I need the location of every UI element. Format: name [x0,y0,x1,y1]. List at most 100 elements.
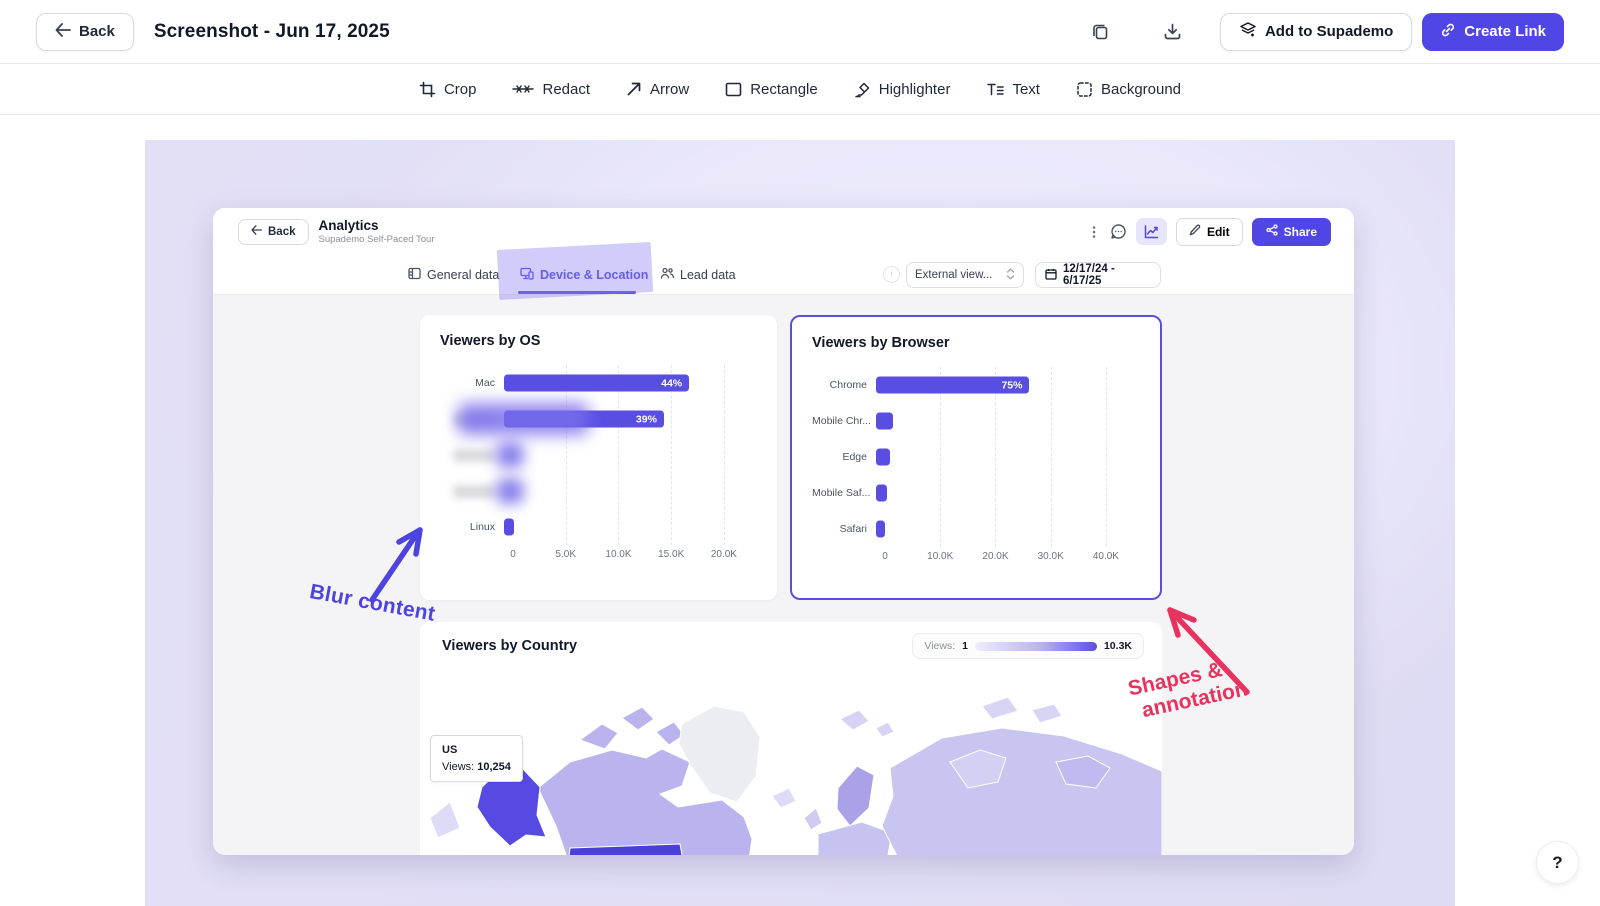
redact-icon [512,82,534,96]
comment-icon[interactable] [1110,223,1127,240]
tab-general-data-label: General data [427,268,499,282]
calendar-icon [1045,268,1057,283]
tooltip-country: US [442,742,511,759]
analytics-chart-icon[interactable] [1136,218,1167,245]
bar-row [440,473,757,509]
os-bar-rows: Mac44%39% Linux [440,365,757,545]
blurred-label [453,485,495,498]
download-icon[interactable] [1154,13,1192,51]
tab-device-location[interactable]: Device & Location [520,255,648,294]
views-legend-max: 10.3K [1104,640,1132,652]
world-map-svg [420,666,1162,855]
tab-lead-data-label: Lead data [680,268,736,282]
tool-highlighter[interactable]: Highlighter [854,81,951,98]
date-range-picker[interactable]: 12/17/24 - 6/17/25 [1035,262,1161,288]
tool-background[interactable]: Background [1076,81,1181,98]
views-gradient-bar [975,642,1097,651]
highlighter-icon [854,81,871,98]
pencil-icon [1189,224,1201,239]
share-label: Share [1284,225,1317,239]
create-link-label: Create Link [1464,23,1546,40]
date-range-value: 12/17/24 - 6/17/25 [1063,263,1151,287]
add-to-supademo-label: Add to Supademo [1265,23,1393,40]
bar [876,485,887,502]
annotation-toolbar: Crop Redact Arrow Rectangle Highlighter … [0,64,1600,115]
analytics-subtitle: Supademo Self-Paced Tour [319,234,435,245]
devices-icon [520,267,534,283]
os-x-axis: 05.0K10.0K15.0K20.0K [513,545,745,561]
tab-lead-data[interactable]: Lead data [660,255,736,294]
copy-icon[interactable] [1082,13,1120,51]
axis-tick-label: 0 [882,551,888,562]
axis-tick-label: 10.0K [605,549,631,560]
crop-icon [419,81,436,98]
analytics-header: Back Analytics Supademo Self-Paced Tour [213,208,1354,255]
analytics-back-button[interactable]: Back [238,219,309,245]
views-legend-min: 1 [962,640,968,652]
axis-tick-label: 40.0K [1093,551,1119,562]
bar: 75% [876,377,1029,394]
edit-label: Edit [1207,225,1230,239]
view-mode-value: External view... [915,269,992,281]
bar-percent-label: 75% [1001,379,1022,391]
top-bar-actions: Add to Supademo Create Link [1082,13,1564,51]
info-icon: i [883,266,900,283]
tool-redact[interactable]: Redact [512,81,590,98]
link-icon [1440,22,1456,42]
tool-arrow[interactable]: Arrow [626,81,689,98]
tool-rectangle-label: Rectangle [750,81,818,98]
blur-annotation-overlay [458,403,589,435]
view-mode-dropdown[interactable]: External view... [906,262,1024,288]
tool-text[interactable]: Text [986,81,1040,98]
editor-canvas[interactable]: Back Analytics Supademo Self-Paced Tour [145,140,1455,906]
bar-row: Chrome75% [812,367,1140,403]
bar-row: Linux [440,509,757,545]
views-legend: Views: 1 10.3K [912,633,1144,659]
axis-tick-label: 30.0K [1038,551,1064,562]
bar-percent-label: 44% [661,377,682,389]
axis-tick-label: 20.0K [711,549,737,560]
bar-row: Mobile Saf... [812,475,1140,511]
bar-row: Safari [812,511,1140,547]
back-label: Back [79,23,115,40]
bar [876,521,885,538]
bar [876,413,893,430]
bar-row: Edge [812,439,1140,475]
blurred-bar [496,442,524,468]
active-tab-underline [518,291,636,294]
screenshot-image: Back Analytics Supademo Self-Paced Tour [213,208,1354,855]
tool-highlighter-label: Highlighter [879,81,951,98]
panel-icon [408,267,421,283]
share-button[interactable]: Share [1252,218,1331,246]
back-button[interactable]: Back [36,13,134,51]
world-map[interactable]: US Views: 10,254 [420,666,1162,855]
edit-button[interactable]: Edit [1176,218,1243,246]
create-link-button[interactable]: Create Link [1422,13,1564,51]
tool-rectangle[interactable]: Rectangle [725,81,818,98]
analytics-tabs: General data Device & Location Lead data… [213,255,1354,295]
axis-tick-label: 10.0K [927,551,953,562]
bar-row [440,437,757,473]
rectangle-icon [725,82,742,97]
blurred-bar [496,478,524,504]
bar-row: Mac44% [440,365,757,401]
analytics-back-label: Back [268,226,296,238]
axis-tick-label: 0 [510,549,516,560]
top-bar: Back Screenshot - Jun 17, 2025 Add to Su… [0,0,1600,64]
bar [504,519,514,536]
blurred-label [453,449,495,462]
tab-general-data[interactable]: General data [408,255,499,294]
views-legend-label: Views: [924,640,955,652]
bar: 44% [504,375,689,392]
tool-arrow-label: Arrow [650,81,689,98]
text-icon [986,82,1004,97]
help-button[interactable]: ? [1536,841,1579,884]
tool-background-label: Background [1101,81,1181,98]
bar-row: 39% [440,401,757,437]
add-to-supademo-button[interactable]: Add to Supademo [1220,13,1412,51]
tool-crop[interactable]: Crop [419,81,477,98]
tool-text-label: Text [1012,81,1040,98]
kebab-menu-icon[interactable] [1087,225,1101,239]
arrow-left-icon [251,225,262,238]
arrow-left-icon [55,23,71,41]
